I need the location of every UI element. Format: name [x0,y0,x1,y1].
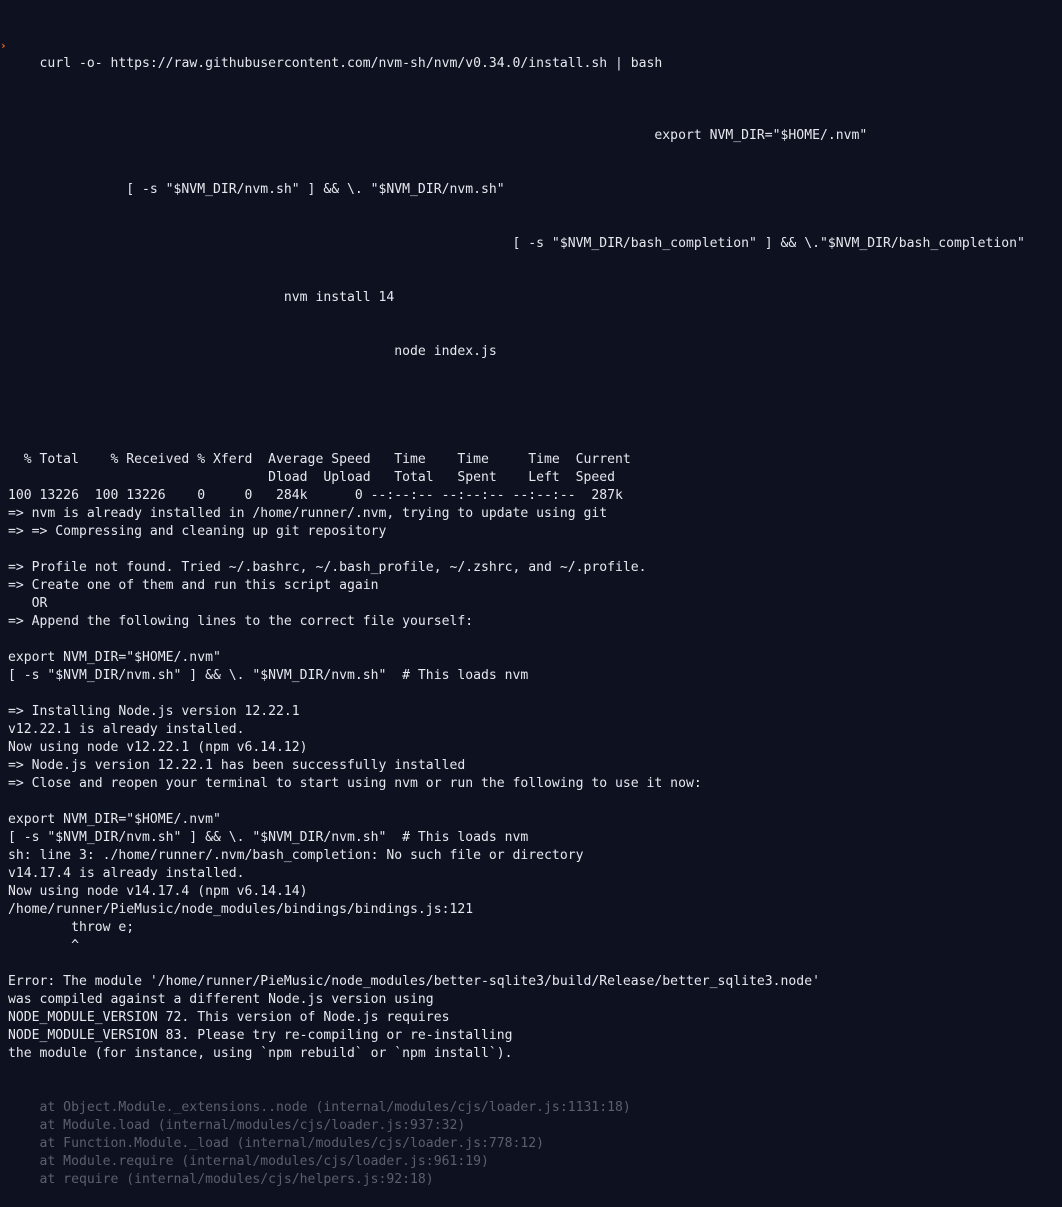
output-line: => Close and reopen your terminal to sta… [8,776,702,791]
stack-trace-line: at Module.load (internal/modules/cjs/loa… [8,1118,466,1133]
stack-trace-line: at Module.require (internal/modules/cjs/… [8,1154,489,1169]
output-line: /home/runner/PieMusic/node_modules/bindi… [8,902,474,917]
output-line: the module (for instance, using `npm reb… [8,1046,513,1061]
output-line: Now using node v12.22.1 (npm v6.14.12) [8,740,308,755]
output-line: => => Compressing and cleaning up git re… [8,524,387,539]
output-line: 100 13226 100 13226 0 0 284k 0 --:--:-- … [8,488,623,503]
command-continuation-line: [ -s "$NVM_DIR/bash_completion" ] && \."… [8,236,1025,251]
stack-trace: at Object.Module._extensions..node (inte… [8,1099,1062,1189]
output-line: export NVM_DIR="$HOME/.nvm" [8,812,221,827]
stack-trace-line: at require (internal/modules/cjs/helpers… [8,1172,434,1187]
output-line: ^ [8,938,79,953]
output-line: NODE_MODULE_VERSION 72. This version of … [8,1010,450,1025]
output-line: OR [8,596,48,611]
output-line: => nvm is already installed in /home/run… [8,506,608,521]
output-line: % Total % Received % Xferd Average Speed… [8,452,631,467]
command-continuation-line: nvm install 14 [8,290,395,305]
command-line: › curl -o- https://raw.githubusercontent.… [0,37,1062,71]
command-continuation-line: export NVM_DIR="$HOME/.nvm" [8,128,868,143]
output-line: => Installing Node.js version 12.22.1 [8,704,300,719]
output-line: => Profile not found. Tried ~/.bashrc, ~… [8,560,647,575]
output-line: => Create one of them and run this scrip… [8,578,379,593]
command-text: curl -o- https://raw.githubusercontent.c… [39,56,663,71]
stack-trace-line: at Function.Module._load (internal/modul… [8,1136,545,1151]
command-continuation-line: [ -s "$NVM_DIR/nvm.sh" ] && \. "$NVM_DIR… [8,182,505,197]
prompt-chevron-icon: › [0,39,7,52]
command-continuation-line: node index.js [8,344,497,359]
output-line: Now using node v14.17.4 (npm v6.14.14) [8,884,308,899]
output-line: Dload Upload Total Spent Left Speed [8,470,615,485]
output-line: Error: The module '/home/runner/PieMusic… [8,974,820,989]
output-line: v12.22.1 is already installed. [8,722,245,737]
command-continuation: export NVM_DIR="$HOME/.nvm" [ -s "$NVM_D… [8,91,1062,397]
output-line: throw e; [8,920,135,935]
output-line: was compiled against a different Node.js… [8,992,434,1007]
stack-trace-line: at Object.Module._extensions..node (inte… [8,1100,631,1115]
output-line: [ -s "$NVM_DIR/nvm.sh" ] && \. "$NVM_DIR… [8,668,529,683]
output-line: => Node.js version 12.22.1 has been succ… [8,758,466,773]
terminal-console[interactable]: › curl -o- https://raw.githubusercontent.… [0,1,1062,1207]
command-output: % Total % Received % Xferd Average Speed… [8,433,1062,1063]
output-line: sh: line 3: ./home/runner/.nvm/bash_comp… [8,848,584,863]
output-line: NODE_MODULE_VERSION 83. Please try re-co… [8,1028,513,1043]
output-line: export NVM_DIR="$HOME/.nvm" [8,650,221,665]
output-line: => Append the following lines to the cor… [8,614,474,629]
output-line: v14.17.4 is already installed. [8,866,245,881]
